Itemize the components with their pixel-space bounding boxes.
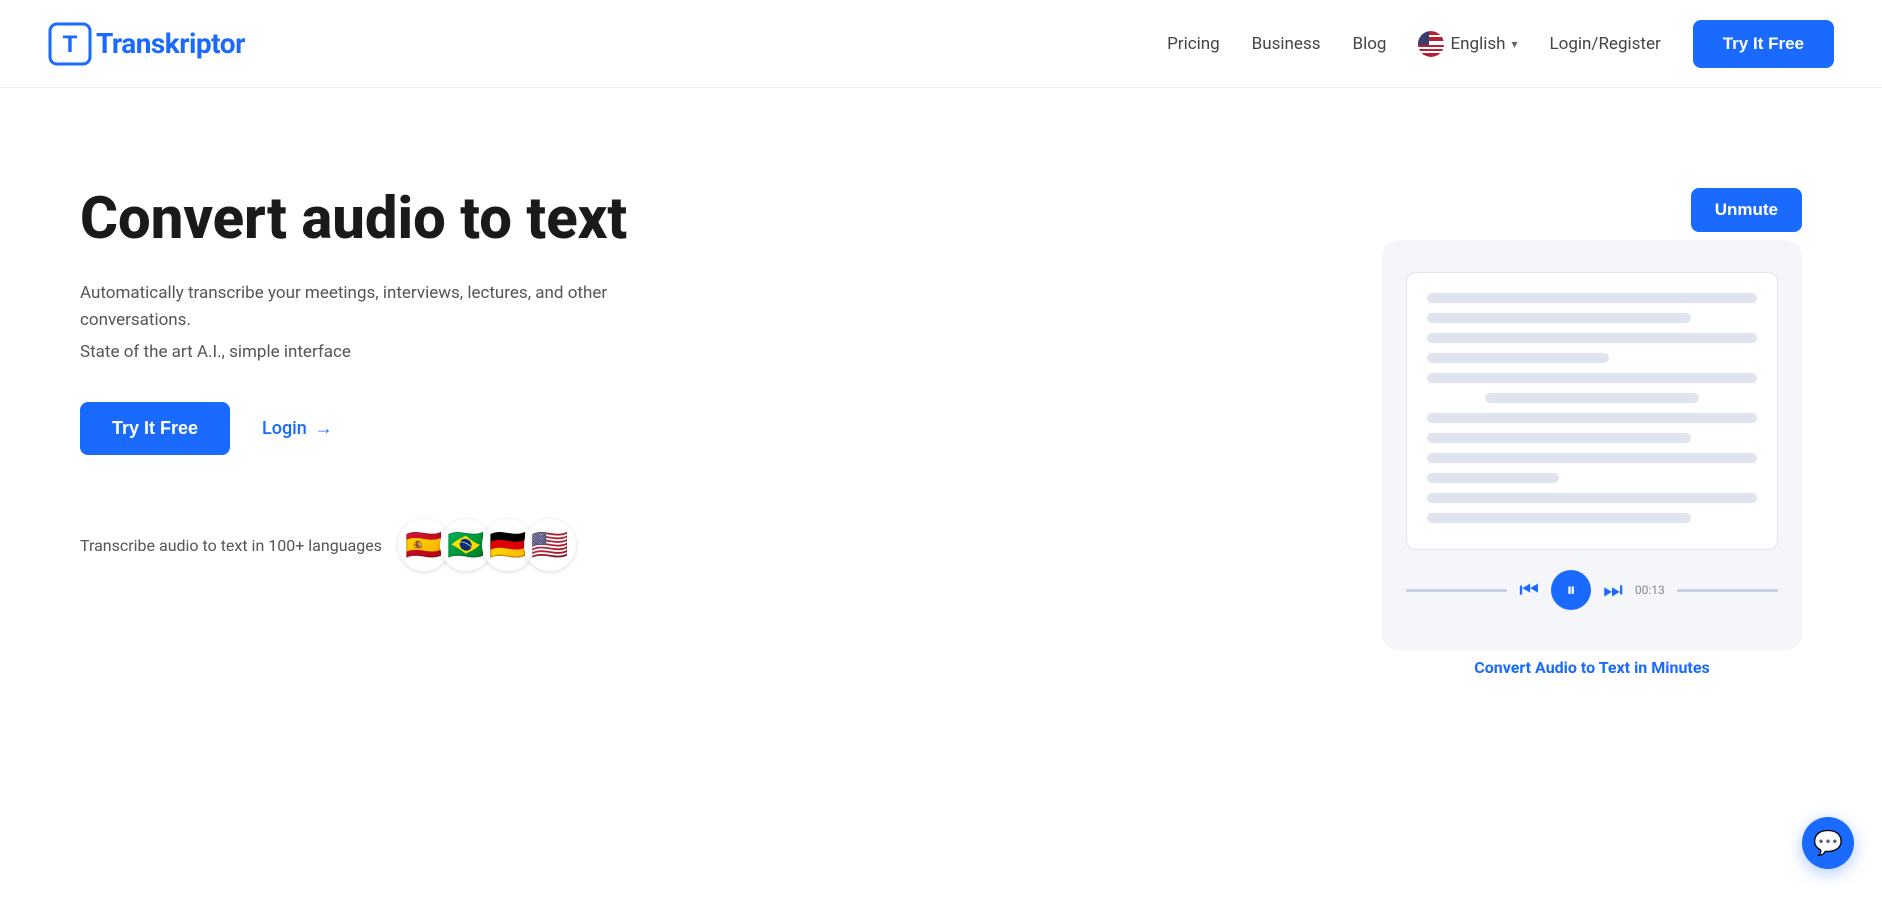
logo-text: Transkriptor — [96, 27, 245, 60]
text-line-8 — [1427, 433, 1691, 443]
hero-login-link[interactable]: Login → — [262, 418, 333, 439]
forward-icon[interactable]: ⏭ — [1603, 578, 1623, 603]
hero-subtitle: Automatically transcribe your meetings, … — [80, 280, 680, 334]
nav-try-free-button[interactable]: Try It Free — [1693, 20, 1834, 68]
nav-links: Pricing Business Blog — [1167, 20, 1834, 68]
text-line-10 — [1427, 473, 1559, 483]
logo[interactable]: T Transkriptor — [48, 22, 245, 66]
text-line-11 — [1427, 493, 1757, 503]
unmute-button[interactable]: Unmute — [1691, 188, 1802, 232]
card-caption: Convert Audio to Text in Minutes — [1474, 658, 1709, 677]
nav-language-selector[interactable]: English ▾ — [1418, 31, 1517, 57]
nav-pricing[interactable]: Pricing — [1167, 34, 1220, 54]
hero-left: Convert audio to text Automatically tran… — [80, 168, 680, 571]
nav-business[interactable]: Business — [1252, 34, 1321, 54]
player-progress-right — [1677, 589, 1778, 592]
text-line-6 — [1485, 393, 1700, 403]
nav-blog[interactable]: Blog — [1353, 34, 1387, 54]
chat-icon: 💬 — [1813, 829, 1843, 857]
login-label: Login — [262, 418, 307, 439]
flag-usa: 🇺🇸 — [524, 519, 576, 571]
hero-title: Convert audio to text — [80, 188, 680, 252]
us-flag-icon — [1418, 31, 1444, 57]
hero-subtext: State of the art A.I., simple interface — [80, 342, 680, 362]
hero-right: Unmute ⏮ ⏸ — [1382, 188, 1802, 677]
text-line-9 — [1427, 453, 1757, 463]
arrow-icon: → — [315, 418, 333, 439]
player-time: 00:13 — [1635, 583, 1665, 597]
hero-try-free-button[interactable]: Try It Free — [80, 402, 230, 455]
player-bar: ⏮ ⏸ ⏭ 00:13 — [1406, 562, 1778, 618]
transcript-inner — [1406, 272, 1778, 550]
hero-buttons: Try It Free Login → — [80, 402, 680, 455]
text-line-2 — [1427, 313, 1691, 323]
svg-text:T: T — [63, 30, 78, 57]
transcript-card: ⏮ ⏸ ⏭ 00:13 — [1382, 240, 1802, 650]
text-line-3 — [1427, 333, 1757, 343]
flag-group: 🇪🇸 🇧🇷 🇩🇪 🇺🇸 — [398, 519, 576, 571]
language-label: English — [1450, 34, 1505, 54]
navbar: T Transkriptor Pricing Business Blog — [0, 0, 1882, 88]
rewind-icon[interactable]: ⏮ — [1519, 578, 1539, 603]
pause-button[interactable]: ⏸ — [1551, 570, 1591, 610]
text-line-7 — [1427, 413, 1757, 423]
chat-bubble-button[interactable]: 💬 — [1802, 817, 1854, 869]
text-line-4 — [1427, 353, 1609, 363]
hero-languages: Transcribe audio to text in 100+ languag… — [80, 519, 680, 571]
hero-section: Convert audio to text Automatically tran… — [0, 88, 1882, 717]
text-line-1 — [1427, 293, 1757, 303]
pause-icon: ⏸ — [1567, 580, 1576, 601]
login-register-link[interactable]: Login/Register — [1550, 34, 1661, 54]
text-line-5 — [1427, 373, 1757, 383]
text-line-12 — [1427, 513, 1691, 523]
player-progress-left — [1406, 589, 1507, 592]
lang-label-text: Transcribe audio to text in 100+ languag… — [80, 536, 382, 555]
chevron-down-icon: ▾ — [1511, 37, 1517, 51]
